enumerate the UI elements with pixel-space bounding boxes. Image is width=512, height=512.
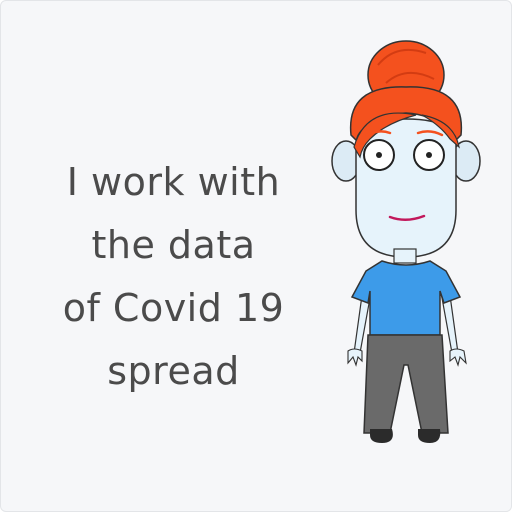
card: I work with the data of Covid 19 spread <box>0 0 512 512</box>
right-shoe <box>418 429 441 443</box>
head <box>355 118 457 258</box>
left-hand <box>347 348 363 367</box>
right-hand <box>449 348 467 367</box>
left-shoe <box>370 429 393 443</box>
caption-line-1: I work with <box>66 160 281 204</box>
caption-line-3: of Covid 19 <box>62 286 285 330</box>
caption-line-2: the data <box>91 223 256 267</box>
pants <box>363 334 449 434</box>
cartoon-woman-icon <box>331 40 481 443</box>
caption-line-4: spread <box>107 349 240 393</box>
neck <box>393 248 417 264</box>
shirt <box>350 260 462 336</box>
caption-text: I work with the data of Covid 19 spread <box>41 151 306 403</box>
